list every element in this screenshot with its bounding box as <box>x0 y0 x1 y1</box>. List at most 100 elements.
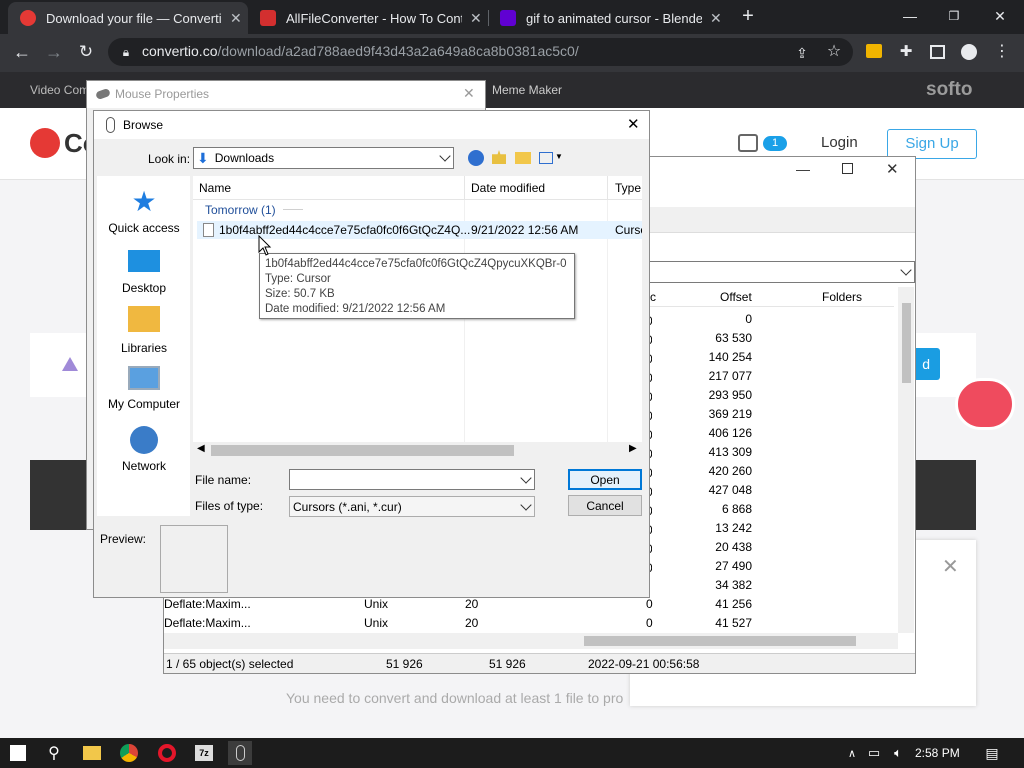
close-tab-icon[interactable]: ✕ <box>230 10 242 27</box>
place-label: Quick access <box>108 221 180 235</box>
tray-chevron-icon[interactable]: ∧ <box>840 741 864 765</box>
floating-action-icon[interactable] <box>955 378 1015 430</box>
col-type-header[interactable]: Type <box>615 181 641 195</box>
search-icon[interactable]: ⚲ <box>42 741 66 765</box>
chrome-menu-icon[interactable]: ⋮ <box>992 44 1012 60</box>
look-in-combo[interactable]: ⬇ Downloads <box>193 147 454 169</box>
file-explorer-icon[interactable] <box>80 741 104 765</box>
files-of-type-value: Cursors (*.ani, *.cur) <box>293 499 402 514</box>
col-offset-header[interactable]: Offset <box>720 290 752 304</box>
new-tab-icon[interactable]: + <box>738 6 758 26</box>
group-header[interactable]: Tomorrow (1) <box>205 203 276 217</box>
place-label: Desktop <box>121 281 167 295</box>
windows-start-icon[interactable] <box>6 741 30 765</box>
browse-titlebar: Browse ✕ <box>94 111 649 139</box>
files-of-type-select[interactable]: Cursors (*.ani, *.cur) <box>289 496 535 517</box>
open-button[interactable]: Open <box>568 469 642 490</box>
mouse-settings-taskbar-icon[interactable] <box>228 741 252 765</box>
chevron-down-icon <box>520 499 532 511</box>
forward-icon[interactable]: → <box>44 43 64 61</box>
col-date-header[interactable]: Date modified <box>471 181 545 195</box>
offset-cell: 217 077 <box>708 369 752 383</box>
place-libraries[interactable]: Libraries <box>102 306 186 355</box>
tab-yahoo[interactable]: gif to animated cursor - Blender ✕ <box>488 2 728 34</box>
tooltip-size: Size: 50.7 KB <box>265 288 335 300</box>
close-tab-icon[interactable]: ✕ <box>470 10 482 27</box>
file-tooltip: 1b0f4abff2ed44c4cce7e75cfa0fc0f6GtQcZ4Qp… <box>259 253 575 319</box>
back-navigation-icon[interactable] <box>468 150 484 166</box>
file-name-input[interactable] <box>289 469 535 490</box>
url-text[interactable]: convertio.co/download/a2ad788aed9f43d43a… <box>142 43 579 59</box>
url-path: /download/a2ad788aed9f43d43a2a649a8ca8b0… <box>217 43 579 59</box>
archive-status-bar: 1 / 65 object(s) selected 51 926 51 926 … <box>164 653 915 673</box>
restore-icon[interactable]: ❐ <box>944 8 964 24</box>
place-quick-access[interactable]: ★ Quick access <box>102 186 186 235</box>
share-icon[interactable]: ⇪ <box>792 45 812 61</box>
archive-horizontal-scrollbar[interactable] <box>164 633 898 649</box>
close-window-icon[interactable]: ✕ <box>990 8 1010 24</box>
nav-video-converter[interactable]: Video Com <box>30 83 89 97</box>
file-list-horizontal-scrollbar[interactable]: ◀ ▶ <box>193 442 642 459</box>
chevron-down-icon <box>439 150 451 162</box>
place-desktop[interactable]: Desktop <box>102 246 186 295</box>
archive-close-icon[interactable]: ✕ <box>886 160 899 178</box>
browser-tab-strip: Download your file — Convertio ✕ AllFile… <box>0 0 1024 34</box>
place-network[interactable]: Network <box>102 426 186 473</box>
status-selected: 1 / 65 object(s) selected <box>166 657 294 671</box>
scroll-right-icon[interactable]: ▶ <box>629 443 637 454</box>
close-popup-icon[interactable]: ✕ <box>942 554 959 579</box>
back-icon[interactable]: ← <box>12 43 32 61</box>
scroll-left-icon[interactable]: ◀ <box>197 443 205 454</box>
archive-maximize-icon[interactable] <box>842 163 853 174</box>
sign-up-button[interactable]: Sign Up <box>887 129 977 159</box>
archive-path-combo[interactable] <box>648 261 915 283</box>
convertio-logo-icon[interactable] <box>30 128 60 158</box>
notification-icon[interactable]: ▤ <box>980 741 1004 765</box>
view-menu-chevron-icon[interactable]: ▼ <box>555 152 563 161</box>
layers-icon[interactable] <box>738 134 758 152</box>
chrome-icon[interactable] <box>117 741 141 765</box>
volume-tray-icon[interactable]: 🔈︎ <box>886 741 910 765</box>
mouse-properties-close-icon[interactable]: ✕ <box>463 85 475 102</box>
offset-cell: 293 950 <box>708 388 752 402</box>
bookmark-star-icon[interactable]: ☆ <box>824 44 844 60</box>
mouse-pointer-icon <box>258 235 272 256</box>
lock-icon[interactable]: 🔒︎ <box>116 44 136 60</box>
downloads-arrow-icon: ⬇ <box>197 149 209 166</box>
login-link[interactable]: Login <box>821 134 858 151</box>
chevron-down-icon <box>900 264 912 276</box>
profile-avatar-icon[interactable] <box>961 44 977 60</box>
scroll-thumb[interactable] <box>902 303 911 383</box>
nav-meme-maker[interactable]: Meme Maker <box>492 83 562 97</box>
side-panel-icon[interactable] <box>930 45 945 59</box>
taskbar-clock[interactable]: 2:58 PM <box>915 746 960 760</box>
image-file-icon <box>62 357 78 371</box>
view-menu-icon[interactable] <box>539 152 553 164</box>
offset-cell: 140 254 <box>708 350 752 364</box>
cancel-button[interactable]: Cancel <box>568 495 642 516</box>
col-name-header[interactable]: Name <box>199 181 231 195</box>
scroll-thumb[interactable] <box>211 445 514 456</box>
row-version: 20 <box>465 616 479 630</box>
softo-logo[interactable]: softo <box>926 79 972 101</box>
tooltip-date: Date modified: 9/21/2022 12:56 AM <box>265 303 446 315</box>
minimize-icon[interactable]: — <box>900 8 920 24</box>
close-tab-icon[interactable]: ✕ <box>710 10 722 27</box>
col-folders-header[interactable]: Folders <box>822 290 862 304</box>
reload-icon[interactable]: ↻ <box>76 43 96 60</box>
row-host: Unix <box>364 597 389 611</box>
new-folder-icon[interactable] <box>515 152 531 164</box>
extensions-puzzle-icon[interactable]: ✚ <box>896 44 916 60</box>
tab-allfileconverter[interactable]: AllFileConverter - How To Contro ✕ <box>248 2 488 34</box>
archive-minimize-icon[interactable]: — <box>796 161 810 177</box>
place-my-computer[interactable]: My Computer <box>102 366 186 411</box>
extension-folder-icon[interactable] <box>866 44 882 58</box>
tab-convertio[interactable]: Download your file — Convertio ✕ <box>8 2 248 34</box>
opera-icon[interactable] <box>155 741 179 765</box>
7zip-icon[interactable]: 7z <box>192 741 216 765</box>
scroll-thumb[interactable] <box>584 636 856 646</box>
archive-vertical-scrollbar[interactable] <box>898 287 914 633</box>
col-c-header[interactable]: c <box>650 290 656 304</box>
browse-close-icon[interactable]: ✕ <box>627 115 640 133</box>
network-tray-icon[interactable]: ▭ <box>862 741 886 765</box>
